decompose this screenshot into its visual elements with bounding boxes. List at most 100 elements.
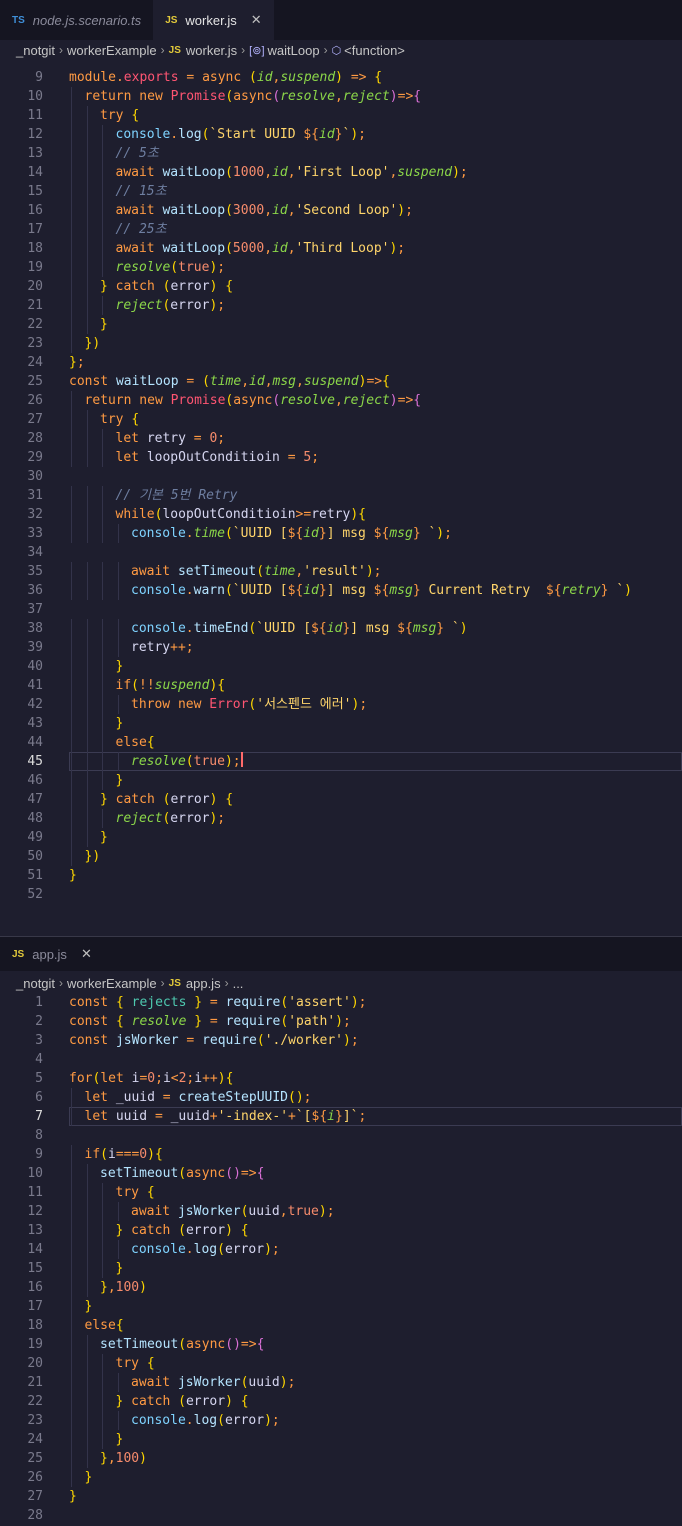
code-line[interactable]: 45 resolve(true);	[0, 752, 682, 771]
code-line[interactable]: 24}	[0, 1430, 682, 1449]
code-line[interactable]: 17 // 25초	[0, 220, 682, 239]
line-number: 42	[27, 697, 43, 712]
line-number: 14	[27, 165, 43, 180]
close-icon[interactable]: ✕	[81, 946, 92, 962]
breadcrumb-symbol-waitloop[interactable]: waitLoop	[268, 43, 320, 58]
tab-app-js[interactable]: JS app.js ✕	[0, 937, 104, 971]
code-line[interactable]: 35 await setTimeout(time,'result');	[0, 562, 682, 581]
code-line[interactable]: 9 module.exports = async (id,suspend) => …	[0, 68, 682, 87]
code-line[interactable]: 10 return new Promise(async(resolve,rejec…	[0, 87, 682, 106]
code-line[interactable]: 38 console.timeEnd(`UUID [${id}] msg ${ms…	[0, 619, 682, 638]
code-line[interactable]: 13} catch (error) {	[0, 1221, 682, 1240]
code-line[interactable]: 14 console.log(error);	[0, 1240, 682, 1259]
line-number: 43	[27, 716, 43, 731]
breadcrumb-root[interactable]: _notgit	[16, 43, 55, 58]
code-line[interactable]: 23 console.log(error);	[0, 1411, 682, 1430]
code-line[interactable]: 16 await waitLoop(3000,id,'Second Loop');	[0, 201, 682, 220]
breadcrumb-root[interactable]: _notgit	[16, 976, 55, 991]
code-line[interactable]: 47} catch (error) {	[0, 790, 682, 809]
code-line[interactable]: 15}	[0, 1259, 682, 1278]
line-number: 27	[27, 412, 43, 427]
code-line[interactable]: 27}	[0, 1487, 682, 1506]
breadcrumb-folder[interactable]: workerExample	[67, 43, 157, 58]
code-line[interactable]: 41 if(!!suspend){	[0, 676, 682, 695]
code-line[interactable]: 18 await waitLoop(5000,id,'Third Loop');	[0, 239, 682, 258]
code-line[interactable]: 26 return new Promise(async(resolve,rejec…	[0, 391, 682, 410]
chevron-right-icon: ›	[59, 43, 64, 57]
code-line[interactable]: 7 let uuid = _uuid+'-index-'+`[${i}]`;	[0, 1107, 682, 1126]
code-line[interactable]: 40}	[0, 657, 682, 676]
tab-node-scenario[interactable]: TS node.js.scenario.ts	[0, 0, 153, 40]
code-line[interactable]: 13 // 5초	[0, 144, 682, 163]
code-text: }	[100, 830, 108, 845]
code-line[interactable]: 44 else{	[0, 733, 682, 752]
line-number: 18	[27, 1318, 43, 1333]
code-line[interactable]: 32 while(loopOutConditioin>=retry){	[0, 505, 682, 524]
code-line[interactable]: 3 const jsWorker = require('./worker');	[0, 1031, 682, 1050]
code-line[interactable]: 9 if(i===0){	[0, 1145, 682, 1164]
code-line[interactable]: 15 // 15초	[0, 182, 682, 201]
breadcrumb-folder[interactable]: workerExample	[67, 976, 157, 991]
code-line[interactable]: 17}	[0, 1297, 682, 1316]
breadcrumb-more[interactable]: ...	[233, 976, 244, 991]
code-line[interactable]: 33 console.time(`UUID [${id}] msg ${msg} …	[0, 524, 682, 543]
javascript-icon: JS	[165, 14, 178, 26]
code-line[interactable]: 10 setTimeout(async()=>{	[0, 1164, 682, 1183]
code-line[interactable]: 22}	[0, 315, 682, 334]
code-line[interactable]: 31 // 기본 5번 Retry	[0, 486, 682, 505]
code-line[interactable]: 37	[0, 600, 682, 619]
code-line[interactable]: 42 throw new Error('서스펜드 에러');	[0, 695, 682, 714]
code-line[interactable]: 11 try {	[0, 106, 682, 125]
code-line[interactable]: 6 let _uuid = createStepUUID();	[0, 1088, 682, 1107]
code-line[interactable]: 11 try {	[0, 1183, 682, 1202]
close-icon[interactable]: ✕	[251, 12, 262, 28]
code-line[interactable]: 19 resolve(true);	[0, 258, 682, 277]
code-line[interactable]: 12 console.log(`Start UUID ${id}`);	[0, 125, 682, 144]
code-line[interactable]: 14 await waitLoop(1000,id,'First Loop',su…	[0, 163, 682, 182]
code-line[interactable]: 52	[0, 885, 682, 904]
code-line[interactable]: 25 const waitLoop = (time,id,msg,suspend)…	[0, 372, 682, 391]
code-line[interactable]: 20 try {	[0, 1354, 682, 1373]
code-line[interactable]: 18 else{	[0, 1316, 682, 1335]
code-line[interactable]: 23})	[0, 334, 682, 353]
code-line[interactable]: 16},100)	[0, 1278, 682, 1297]
code-line[interactable]: 4	[0, 1050, 682, 1069]
code-line[interactable]: 12 await jsWorker(uuid,true);	[0, 1202, 682, 1221]
code-line[interactable]: 22} catch (error) {	[0, 1392, 682, 1411]
code-line[interactable]: 46}	[0, 771, 682, 790]
code-line[interactable]: 28	[0, 1506, 682, 1525]
code-line[interactable]: 29 let loopOutConditioin = 5;	[0, 448, 682, 467]
breadcrumb-symbol-function[interactable]: <function>	[344, 43, 405, 58]
code-line[interactable]: 28 let retry = 0;	[0, 429, 682, 448]
code-line[interactable]: 50})	[0, 847, 682, 866]
code-line[interactable]: 5 for(let i=0;i<2;i++){	[0, 1069, 682, 1088]
code-line[interactable]: 49}	[0, 828, 682, 847]
code-line[interactable]: 19 setTimeout(async()=>{	[0, 1335, 682, 1354]
breadcrumb-file[interactable]: app.js	[186, 976, 221, 991]
code-line[interactable]: 20} catch (error) {	[0, 277, 682, 296]
code-line[interactable]: 34	[0, 543, 682, 562]
code-line[interactable]: 30	[0, 467, 682, 486]
code-line[interactable]: 21 reject(error);	[0, 296, 682, 315]
code-line[interactable]: 51}	[0, 866, 682, 885]
code-line[interactable]: 21 await jsWorker(uuid);	[0, 1373, 682, 1392]
line-number: 26	[27, 1470, 43, 1485]
code-line[interactable]: 24};	[0, 353, 682, 372]
code-line[interactable]: 8	[0, 1126, 682, 1145]
tab-worker-js[interactable]: JS worker.js ✕	[153, 0, 274, 40]
line-number: 24	[27, 355, 43, 370]
code-line[interactable]: 26}	[0, 1468, 682, 1487]
code-text: }	[115, 659, 124, 674]
code-line[interactable]: 43}	[0, 714, 682, 733]
code-line[interactable]: 27 try {	[0, 410, 682, 429]
breadcrumb-file[interactable]: worker.js	[186, 43, 237, 58]
line-number: 15	[27, 1261, 43, 1276]
code-line[interactable]: 48 reject(error);	[0, 809, 682, 828]
code-line[interactable]: 1 const { rejects } = require('assert');	[0, 993, 682, 1012]
line-number: 12	[27, 127, 43, 142]
code-line[interactable]: 36 console.warn(`UUID [${id}] msg ${msg} …	[0, 581, 682, 600]
code-line[interactable]: 2 const { resolve } = require('path');	[0, 1012, 682, 1031]
code-line[interactable]: 39 retry++;	[0, 638, 682, 657]
line-number: 46	[27, 773, 43, 788]
code-line[interactable]: 25},100)	[0, 1449, 682, 1468]
